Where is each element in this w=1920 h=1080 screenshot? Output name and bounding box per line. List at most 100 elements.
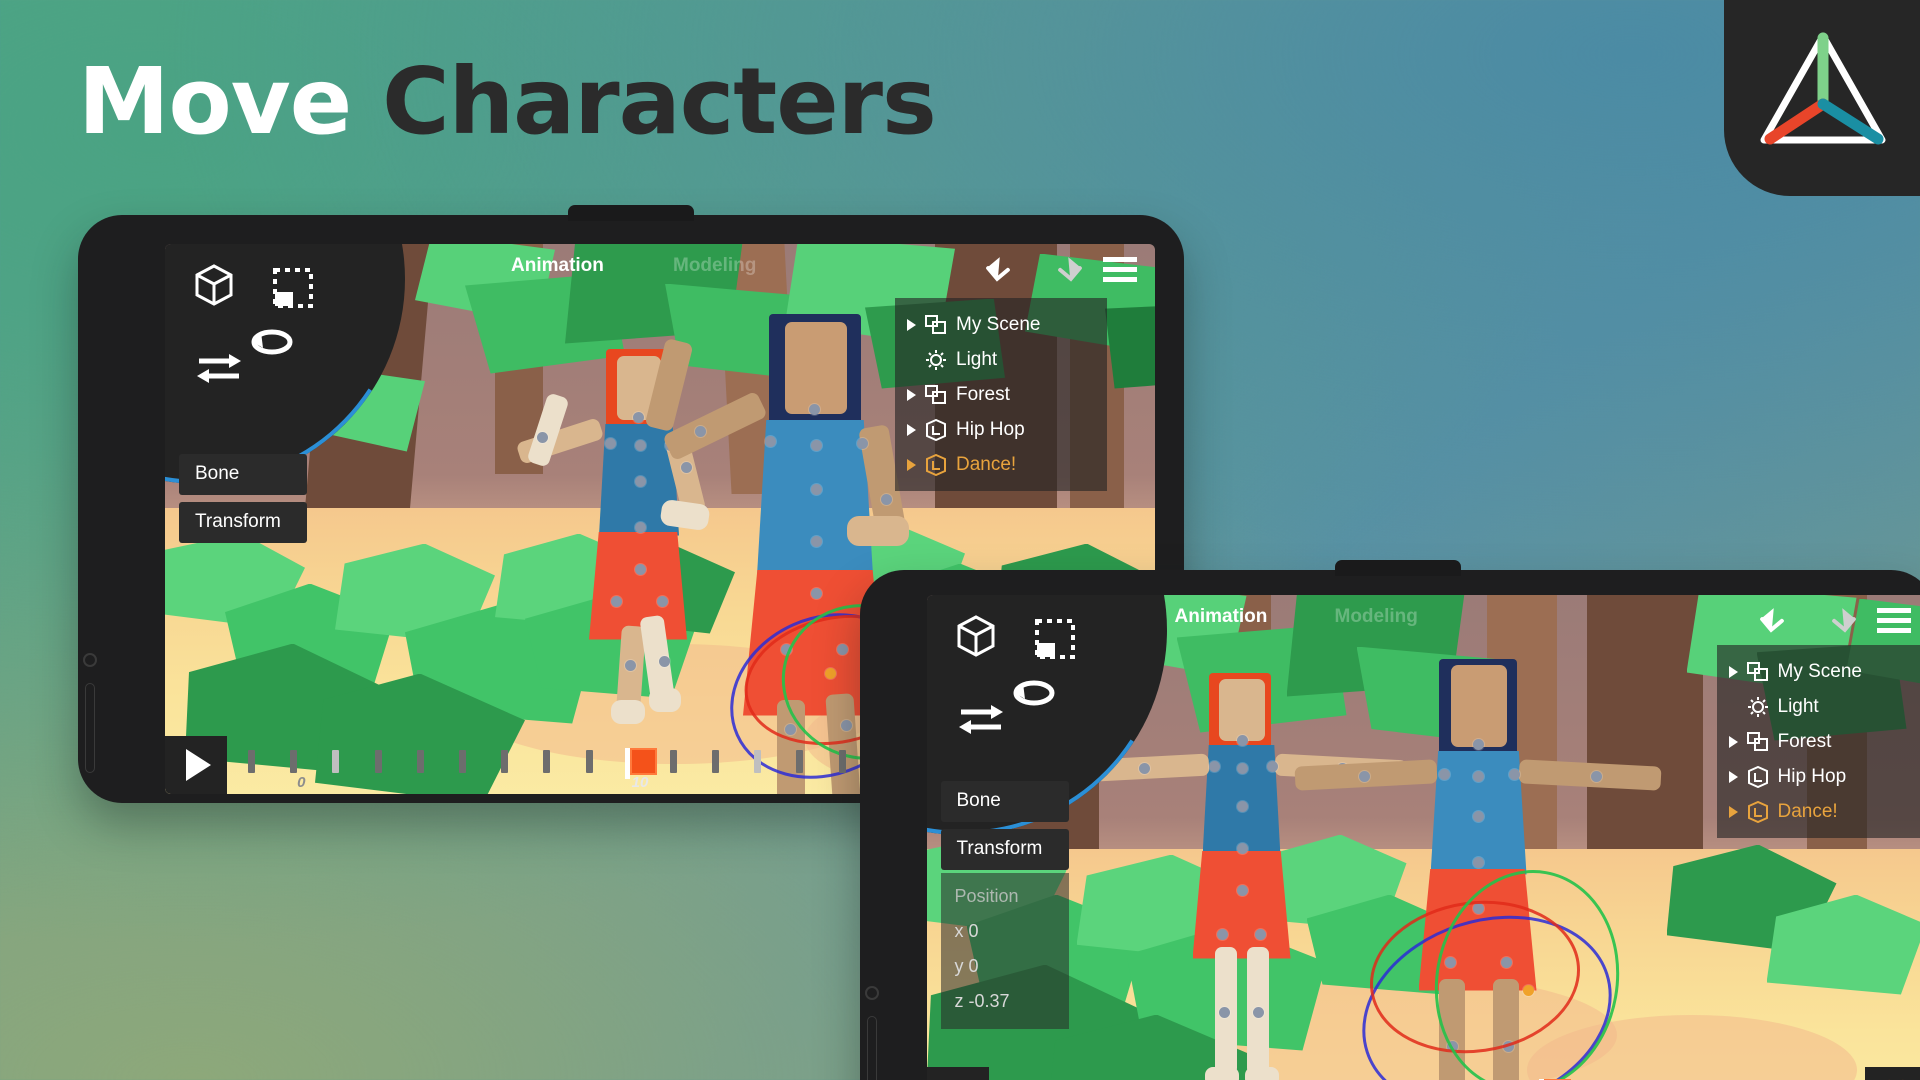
bone-joint[interactable] [837, 643, 848, 655]
tab-modeling[interactable]: Modeling [673, 255, 756, 277]
bone-joint[interactable] [635, 439, 646, 451]
expand-caret-icon[interactable] [1728, 806, 1738, 818]
bone-button-1[interactable]: Bone [179, 453, 307, 495]
bone-joint[interactable] [1254, 928, 1266, 940]
expand-caret-icon[interactable] [907, 389, 916, 401]
rotate-icon[interactable] [247, 322, 297, 364]
expand-caret-icon[interactable] [1728, 666, 1738, 678]
position-field-z[interactable]: z -0.37 [955, 984, 1055, 1019]
hierarchy-item-hip-hop[interactable]: Hip Hop [907, 413, 1089, 448]
bone-joint[interactable] [1472, 770, 1484, 782]
bone-joint-selected[interactable] [1522, 984, 1534, 996]
bone-joint-selected[interactable] [825, 667, 836, 679]
bone-joint[interactable] [625, 659, 636, 671]
bone-joint[interactable] [537, 431, 548, 443]
play-button-2[interactable] [926, 1066, 989, 1080]
tab-animation[interactable]: Animation [1175, 606, 1268, 628]
phone-side-button[interactable] [867, 1016, 877, 1080]
cube-icon[interactable] [953, 613, 999, 659]
phone-side-button[interactable] [85, 683, 95, 773]
hierarchy-item-dance[interactable]: Dance! [907, 448, 1089, 483]
play-button-1[interactable] [165, 735, 227, 794]
bone-joint[interactable] [635, 475, 646, 487]
timeline-track-2[interactable]: 3040 [989, 1067, 1865, 1080]
playhead-needle[interactable] [624, 747, 630, 779]
bone-joint[interactable] [1500, 956, 1512, 968]
bone-joint[interactable] [1508, 768, 1520, 780]
bone-joint[interactable] [633, 411, 644, 423]
bone-joint[interactable] [1236, 762, 1248, 774]
position-field-y[interactable]: y 0 [955, 949, 1055, 984]
bone-joint[interactable] [605, 437, 616, 449]
hierarchy-item-light[interactable]: Light [1729, 690, 1909, 725]
bone-joint[interactable] [811, 439, 822, 451]
bone-joint[interactable] [1444, 956, 1456, 968]
hierarchy-item-forest[interactable]: Forest [1728, 725, 1909, 760]
bone-joint[interactable] [659, 655, 670, 667]
hierarchy-item-forest[interactable]: Forest [907, 378, 1089, 413]
hierarchy-item-my-scene[interactable]: My Scene [1728, 655, 1909, 690]
bone-joint[interactable] [1266, 760, 1278, 772]
hierarchy-item-my-scene[interactable]: My Scene [907, 308, 1089, 343]
bone-joint[interactable] [611, 595, 622, 607]
bone-joint[interactable] [765, 435, 776, 447]
redo-icon[interactable] [1043, 252, 1083, 286]
bone-joint[interactable] [1358, 770, 1370, 782]
scene-hierarchy-1[interactable]: My Scene Light Forest Hip Hop Dance! [895, 297, 1107, 491]
bone-joint[interactable] [695, 425, 706, 437]
bone-joint[interactable] [1236, 734, 1248, 746]
bone-joint[interactable] [1216, 928, 1228, 940]
move-arrows-icon[interactable] [193, 348, 245, 388]
select-marquee-icon[interactable] [271, 266, 315, 310]
bone-joint[interactable] [1236, 800, 1248, 812]
undo-icon[interactable] [1759, 603, 1799, 637]
bone-joint[interactable] [857, 437, 868, 449]
bone-joint[interactable] [1472, 810, 1484, 822]
bone-joint[interactable] [811, 587, 822, 599]
bone-joint[interactable] [1472, 902, 1484, 914]
bone-joint[interactable] [785, 723, 796, 735]
bone-joint[interactable] [1590, 770, 1602, 782]
bone-joint[interactable] [811, 535, 822, 547]
bone-joint[interactable] [881, 493, 892, 505]
transform-button-2[interactable]: Transform [940, 828, 1069, 870]
expand-caret-icon[interactable] [907, 319, 916, 331]
undo-icon[interactable] [985, 252, 1025, 286]
bone-joint[interactable] [1236, 884, 1248, 896]
expand-caret-icon[interactable] [1728, 736, 1738, 748]
bone-joint[interactable] [781, 643, 792, 655]
bone-joint[interactable] [1252, 1006, 1264, 1018]
bone-button-2[interactable]: Bone [940, 780, 1069, 822]
bone-joint[interactable] [809, 403, 820, 415]
rotate-icon[interactable] [1009, 673, 1059, 715]
move-arrows-icon[interactable] [955, 699, 1007, 739]
hierarchy-item-light[interactable]: Light [907, 343, 1089, 378]
expand-caret-icon[interactable] [907, 459, 916, 471]
bone-joint[interactable] [1236, 842, 1248, 854]
keyframe-marker[interactable] [624, 747, 657, 779]
hamburger-menu-icon[interactable] [1101, 254, 1139, 284]
tab-modeling[interactable]: Modeling [1335, 606, 1418, 628]
bone-joint[interactable] [1208, 760, 1220, 772]
bone-joint[interactable] [811, 483, 822, 495]
hamburger-menu-icon[interactable] [1875, 605, 1913, 635]
bone-joint[interactable] [1472, 856, 1484, 868]
transform-properties-panel[interactable]: Position x 0 y 0 z -0.37 [940, 872, 1069, 1029]
bone-joint[interactable] [1502, 1040, 1514, 1052]
hierarchy-item-dance[interactable]: Dance! [1728, 795, 1909, 830]
select-marquee-icon[interactable] [1033, 617, 1077, 661]
alarm-button-2[interactable] [1864, 1066, 1920, 1080]
transform-button-1[interactable]: Transform [179, 501, 307, 543]
bone-joint[interactable] [1472, 738, 1484, 750]
phone-screen-2[interactable]: Animation Modeling Bone Transform Positi… [926, 594, 1920, 1080]
position-field-x[interactable]: x 0 [955, 914, 1055, 949]
expand-caret-icon[interactable] [1728, 771, 1738, 783]
bone-joint[interactable] [635, 521, 646, 533]
bone-joint[interactable] [1138, 762, 1150, 774]
redo-icon[interactable] [1817, 603, 1857, 637]
bone-joint[interactable] [1446, 1040, 1458, 1052]
bone-joint[interactable] [1218, 1006, 1230, 1018]
bone-joint[interactable] [841, 719, 852, 731]
hierarchy-item-hip-hop[interactable]: Hip Hop [1728, 760, 1909, 795]
bone-joint[interactable] [657, 595, 668, 607]
